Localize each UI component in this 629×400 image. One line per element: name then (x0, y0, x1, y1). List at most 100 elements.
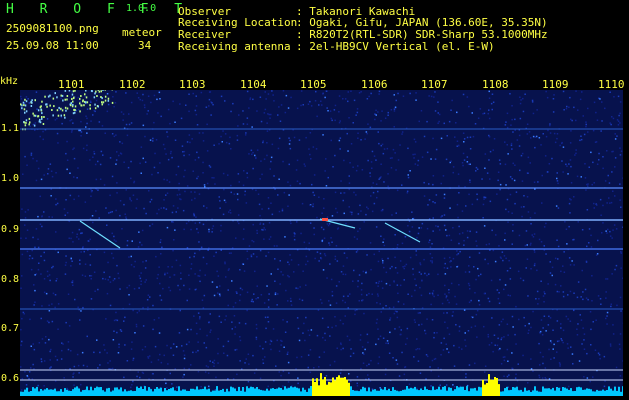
level-bar (344, 377, 346, 396)
file-name: 2509081100.png (6, 22, 99, 35)
level-bar (448, 387, 450, 396)
level-bar (172, 387, 174, 396)
level-bar (70, 391, 72, 396)
level-bar (256, 387, 258, 396)
level-bar (132, 391, 134, 396)
level-bar (124, 389, 126, 396)
level-bar (394, 389, 396, 396)
level-bar (304, 389, 306, 396)
level-bar (262, 390, 264, 396)
level-bar (114, 387, 116, 396)
level-bar (178, 386, 180, 396)
level-bar (34, 388, 36, 396)
level-bar (192, 388, 194, 396)
level-bar (314, 382, 316, 396)
level-bar (152, 391, 154, 396)
level-bar (566, 388, 568, 396)
level-bar (202, 388, 204, 396)
level-bar (94, 387, 96, 396)
level-bar (340, 377, 342, 396)
level-bar (478, 386, 480, 396)
level-bar (486, 383, 488, 396)
level-bar (494, 377, 496, 396)
level-bar (444, 386, 446, 396)
level-bar (296, 387, 298, 396)
level-bar (218, 390, 220, 396)
level-bar (386, 390, 388, 396)
level-bar (436, 389, 438, 396)
level-bar (136, 386, 138, 396)
level-bar (120, 387, 122, 396)
level-bar (506, 386, 508, 396)
level-bar (252, 387, 254, 396)
level-bar (310, 386, 312, 396)
level-bar (96, 386, 98, 396)
level-bar (612, 390, 614, 396)
level-bar (400, 390, 402, 396)
level-bar (496, 378, 498, 396)
level-bar (582, 389, 584, 396)
level-bar (180, 390, 182, 396)
level-bar (604, 390, 606, 396)
level-bar (66, 389, 68, 396)
level-bar (536, 390, 538, 396)
level-bar (300, 391, 302, 396)
level-bar (292, 387, 294, 396)
level-bar (194, 389, 196, 396)
frequency-tick-label: 0.8 (1, 274, 20, 285)
level-bar (530, 391, 532, 396)
level-bar (206, 389, 208, 396)
level-bar (450, 387, 452, 396)
level-bar (458, 387, 460, 396)
level-bar (598, 390, 600, 396)
level-bar (382, 389, 384, 396)
level-bar (442, 386, 444, 396)
level-bar (374, 389, 376, 396)
level-bar (60, 389, 62, 396)
level-bar (298, 388, 300, 396)
level-bar (590, 389, 592, 396)
frequency-tick-label: 1.1 (1, 123, 20, 134)
level-bar (500, 391, 502, 396)
level-bar (438, 386, 440, 396)
level-bar (614, 386, 616, 396)
frequency-tick-label: 0.9 (1, 224, 20, 235)
level-bar (68, 390, 70, 396)
level-bar (492, 379, 494, 396)
level-bar (142, 389, 144, 396)
level-bar (472, 388, 474, 396)
level-bar (158, 388, 160, 396)
level-bar (342, 377, 344, 396)
level-bar (76, 386, 78, 396)
level-bar (564, 387, 566, 396)
level-bar (140, 386, 142, 396)
level-bar (84, 390, 86, 396)
level-bar (294, 386, 296, 396)
level-bar (326, 384, 328, 396)
level-bar (306, 391, 308, 396)
level-bar (318, 385, 320, 396)
level-bar (210, 391, 212, 396)
level-bar (554, 390, 556, 396)
level-bar (290, 386, 292, 396)
level-bar (302, 387, 304, 396)
level-bar (24, 389, 26, 396)
level-bar (62, 391, 64, 396)
level-bar (434, 389, 436, 396)
level-bar (48, 389, 50, 396)
level-bar (468, 391, 470, 396)
level-bar (618, 386, 620, 396)
level-bar (170, 388, 172, 396)
level-bar (540, 391, 542, 396)
level-bar (276, 388, 278, 396)
level-bar (190, 388, 192, 396)
level-bar (88, 390, 90, 396)
level-bar (232, 387, 234, 396)
level-bar (168, 389, 170, 396)
level-bar (474, 387, 476, 396)
level-bar (512, 387, 514, 396)
level-bar (250, 386, 252, 396)
level-bar (44, 389, 46, 396)
level-bar (174, 390, 176, 396)
level-bar (176, 391, 178, 396)
